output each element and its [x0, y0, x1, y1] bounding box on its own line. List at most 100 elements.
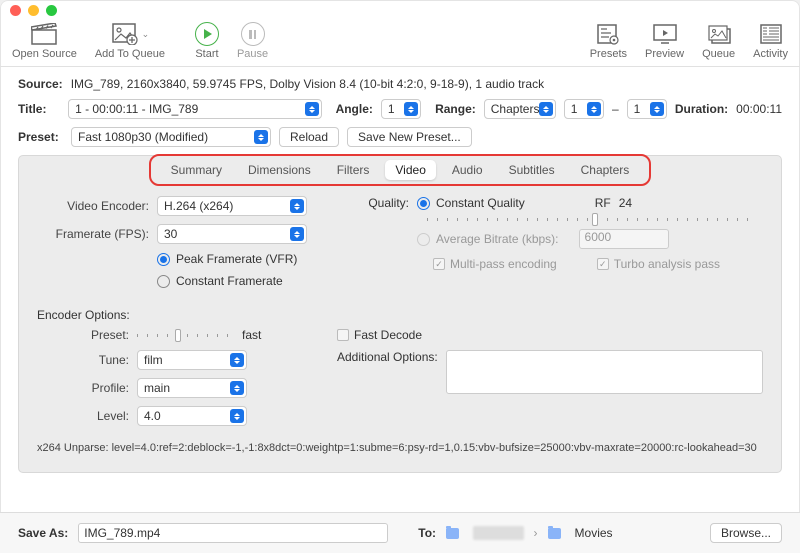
presets-label: Presets [590, 48, 627, 60]
range-to-select[interactable]: 1 [627, 99, 667, 119]
queue-icon [705, 22, 733, 46]
rf-value: 24 [619, 196, 632, 210]
tune-label: Tune: [37, 353, 137, 367]
peak-framerate-radio[interactable] [157, 253, 170, 266]
constant-quality-label: Constant Quality [436, 196, 525, 210]
profile-value: main [144, 381, 170, 395]
chevron-down-icon[interactable]: ⌄ [142, 29, 150, 40]
tab-audio[interactable]: Audio [442, 160, 493, 180]
minimize-window-icon[interactable] [28, 5, 39, 16]
additional-options-label: Additional Options: [337, 350, 446, 364]
slider-thumb[interactable] [175, 329, 181, 342]
range-type-select[interactable]: Chapters [484, 99, 556, 119]
updown-icon [290, 227, 304, 241]
additional-options-input[interactable] [446, 350, 763, 394]
preset-label: Preset: [18, 130, 63, 144]
framerate-select[interactable]: 30 [157, 224, 307, 244]
activity-label: Activity [753, 48, 788, 60]
folder-icon [446, 528, 459, 539]
peak-framerate-label: Peak Framerate (VFR) [176, 252, 297, 266]
quality-slider[interactable] [427, 218, 757, 221]
quality-label: Quality: [367, 196, 417, 210]
video-encoder-select[interactable]: H.264 (x264) [157, 196, 307, 216]
source-value: IMG_789, 2160x3840, 59.9745 FPS, Dolby V… [71, 77, 544, 91]
title-value: 1 - 00:00:11 - IMG_789 [75, 102, 198, 116]
save-as-input[interactable]: IMG_789.mp4 [78, 523, 388, 543]
picture-plus-icon [111, 22, 139, 46]
slider-thumb[interactable] [592, 213, 598, 226]
reload-button[interactable]: Reload [279, 127, 339, 147]
tab-video[interactable]: Video [385, 160, 435, 180]
updown-icon [305, 102, 319, 116]
encoder-options-header: Encoder Options: [37, 308, 763, 322]
add-to-queue-label: Add To Queue [95, 48, 165, 60]
tune-select[interactable]: film [137, 350, 247, 370]
save-as-label: Save As: [18, 526, 68, 540]
constant-framerate-radio[interactable] [157, 275, 170, 288]
level-select[interactable]: 4.0 [137, 406, 247, 426]
avg-bitrate-radio[interactable] [417, 233, 430, 246]
updown-icon [230, 409, 244, 423]
source-label: Source: [18, 77, 63, 91]
range-from-value: 1 [571, 102, 578, 116]
video-encoder-label: Video Encoder: [37, 199, 157, 213]
turbo-checkbox [597, 258, 609, 270]
enc-preset-value: fast [242, 328, 261, 342]
level-label: Level: [37, 409, 137, 423]
reload-label: Reload [290, 130, 328, 144]
title-label: Title: [18, 102, 60, 116]
enc-preset-slider[interactable] [137, 334, 232, 337]
tab-subtitles[interactable]: Subtitles [499, 160, 565, 180]
angle-select[interactable]: 1 [381, 99, 421, 119]
tab-chapters[interactable]: Chapters [571, 160, 640, 180]
pause-icon [241, 22, 265, 46]
tab-bar: Summary Dimensions Filters Video Audio S… [149, 154, 652, 186]
framerate-label: Framerate (FPS): [37, 227, 157, 241]
start-button[interactable]: Start [195, 22, 219, 60]
framerate-value: 30 [164, 227, 177, 241]
breadcrumb-sep: › [534, 526, 538, 540]
add-to-queue-button[interactable]: ⌄ Add To Queue [95, 22, 165, 60]
tab-summary[interactable]: Summary [161, 160, 232, 180]
avg-bitrate-value: 6000 [585, 230, 612, 244]
presets-button[interactable]: Presets [590, 22, 627, 60]
title-select[interactable]: 1 - 00:00:11 - IMG_789 [68, 99, 321, 119]
constant-quality-radio[interactable] [417, 197, 430, 210]
tab-filters[interactable]: Filters [327, 160, 380, 180]
titlebar [0, 0, 800, 20]
turbo-label: Turbo analysis pass [614, 257, 720, 271]
fast-decode-checkbox[interactable] [337, 329, 349, 341]
tab-dimensions[interactable]: Dimensions [238, 160, 321, 180]
to-label: To: [418, 526, 436, 540]
range-type-value: Chapters [491, 102, 540, 116]
enc-preset-label: Preset: [37, 328, 137, 342]
close-window-icon[interactable] [10, 5, 21, 16]
range-dash: – [612, 102, 619, 116]
range-from-select[interactable]: 1 [564, 99, 604, 119]
save-new-preset-button[interactable]: Save New Preset... [347, 127, 472, 147]
save-as-value: IMG_789.mp4 [84, 526, 160, 540]
toolbar: Open Source ⌄ Add To Queue Start Pause [0, 20, 800, 67]
activity-button[interactable]: Activity [753, 22, 788, 60]
open-source-button[interactable]: Open Source [12, 22, 77, 60]
profile-select[interactable]: main [137, 378, 247, 398]
activity-icon [757, 22, 785, 46]
level-value: 4.0 [144, 409, 161, 423]
duration-value: 00:00:11 [736, 102, 782, 116]
zoom-window-icon[interactable] [46, 5, 57, 16]
updown-icon [230, 381, 244, 395]
updown-icon [230, 353, 244, 367]
multipass-label: Multi-pass encoding [450, 257, 557, 271]
browse-button[interactable]: Browse... [710, 523, 782, 543]
preset-value: Fast 1080p30 (Modified) [78, 130, 208, 144]
preview-label: Preview [645, 48, 684, 60]
updown-icon [404, 102, 418, 116]
footer: Save As: IMG_789.mp4 To: ▒▒▒▒▒ › Movies … [0, 512, 800, 553]
preset-select[interactable]: Fast 1080p30 (Modified) [71, 127, 271, 147]
pause-button: Pause [237, 22, 268, 60]
queue-button[interactable]: Queue [702, 22, 735, 60]
play-icon [195, 22, 219, 46]
updown-icon [290, 199, 304, 213]
range-label: Range: [435, 102, 476, 116]
preview-button[interactable]: Preview [645, 22, 684, 60]
